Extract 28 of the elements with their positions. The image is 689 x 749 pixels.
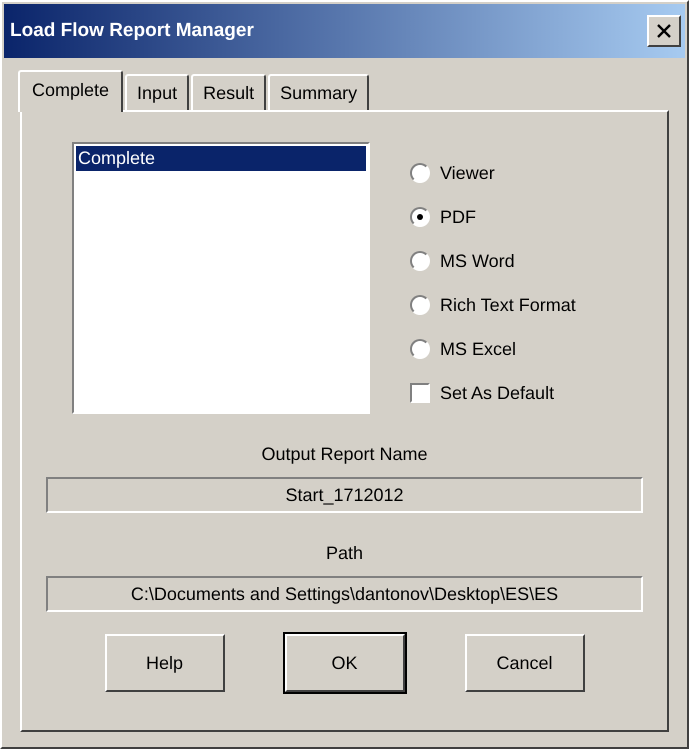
radio-button[interactable] xyxy=(410,251,430,271)
radio-label: MS Word xyxy=(440,250,515,272)
list-item[interactable]: Complete xyxy=(76,146,366,171)
dialog-button[interactable]: Help xyxy=(104,634,224,692)
field-label: Path xyxy=(324,543,364,564)
radio-label: Rich Text Format xyxy=(440,294,576,316)
close-button[interactable] xyxy=(647,15,681,47)
radio-label: PDF xyxy=(440,206,476,228)
radio-button[interactable] xyxy=(410,207,430,227)
tab[interactable]: Result xyxy=(191,74,266,110)
tab[interactable]: Summary xyxy=(268,74,370,110)
text-field[interactable]: Start_1712012 xyxy=(46,477,643,513)
close-icon xyxy=(656,24,672,38)
dialog-button[interactable]: OK xyxy=(284,634,404,692)
report-list[interactable]: Complete xyxy=(72,142,370,414)
window-title: Load Flow Report Manager xyxy=(10,20,254,42)
checkbox[interactable] xyxy=(410,383,430,403)
radio-label: MS Excel xyxy=(440,338,516,360)
radio-button[interactable] xyxy=(410,339,430,359)
text-field[interactable]: C:\Documents and Settings\dantonov\Desktop\ES\ES xyxy=(46,576,643,612)
tab[interactable]: Input xyxy=(125,74,190,110)
radio-button[interactable] xyxy=(410,295,430,315)
radio-label: Viewer xyxy=(440,162,495,184)
field-label: Output Report Name xyxy=(260,444,429,465)
dialog-button[interactable]: Cancel xyxy=(464,634,584,692)
tab[interactable]: Complete xyxy=(18,70,124,112)
radio-button[interactable] xyxy=(410,163,430,183)
checkbox-label: Set As Default xyxy=(440,382,554,404)
